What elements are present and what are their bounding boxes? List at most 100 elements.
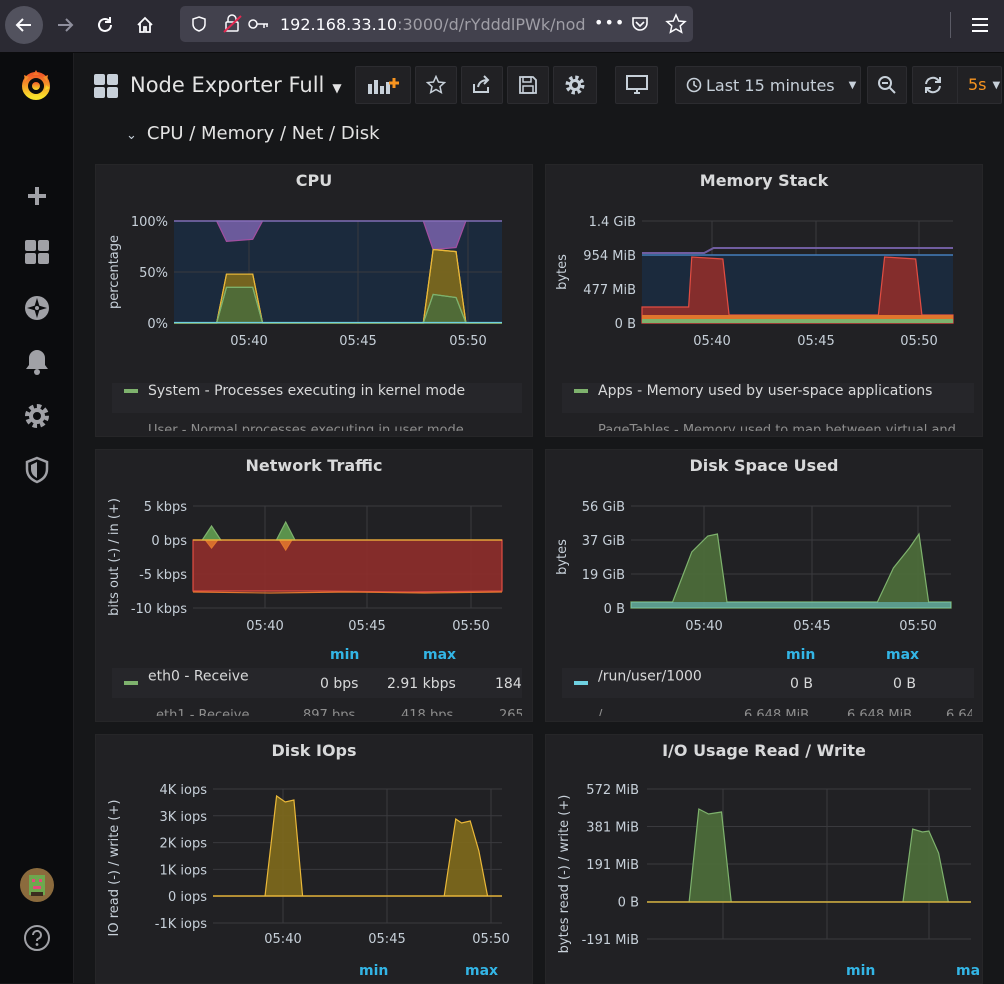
explore-compass-icon[interactable] (20, 291, 54, 325)
cpu-chart[interactable]: 100% 50% 0% 05:40 05:45 05:50 percentage (96, 165, 533, 365)
create-plus-icon[interactable] (20, 179, 54, 213)
dashboards-grid-icon[interactable] (20, 235, 54, 269)
io-usage-panel: I/O Usage Read / Write 572 MiB 381 MiB 191… (545, 734, 983, 984)
configuration-gear-icon[interactable] (20, 399, 54, 433)
series-area-root (630, 532, 952, 609)
x-tick-label: 05:50 (900, 334, 937, 349)
url-bar[interactable]: 192.168.33.10:3000/d/rYdddlPWk/nod ••• (180, 6, 693, 42)
legend-col-min[interactable]: min (846, 963, 875, 979)
zoom-out-button[interactable] (867, 66, 907, 104)
y-tick-label: 56 GiB (582, 500, 625, 515)
legend-col-max[interactable]: max (886, 647, 919, 663)
star-dashboard-button[interactable] (415, 66, 457, 104)
disk-iops-panel: Disk IOps 4K iops 3K iops 2K iops 1K iops 0 … (95, 734, 533, 984)
legend-col-max[interactable]: max (423, 647, 456, 663)
legend-swatch (124, 389, 138, 393)
y-tick-label: 1K iops (159, 863, 207, 878)
time-range-picker[interactable]: Last 15 minutes ▼ (675, 66, 861, 104)
legend-swatch (124, 681, 138, 685)
x-tick-label: 05:45 (339, 334, 376, 349)
server-admin-shield-icon[interactable] (20, 453, 54, 487)
x-tick-label: 05:50 (472, 932, 509, 947)
legend-item[interactable]: Apps - Memory used by user-space applica… (562, 383, 974, 413)
y-tick-label: 37 GiB (582, 534, 625, 549)
chevron-down-icon: ⌄ (126, 128, 137, 143)
memory-stack-chart[interactable]: 1.4 GiB 954 MiB 477 MiB 0 B 05:40 05:45 05:50 b… (546, 165, 983, 365)
arrow-left-icon (15, 18, 31, 32)
series-area-transmit (192, 539, 503, 593)
disk-iops-chart[interactable]: 4K iops 3K iops 2K iops 1K iops 0 iops -1K io… (96, 735, 533, 965)
back-button[interactable] (5, 6, 43, 44)
cpu-panel: CPU 100% 50% 0% 05:40 05:45 05:50 percentage S… (95, 164, 533, 437)
legend-row-cut: / 6.648 MiB 6.648 MiB 6.64 (598, 708, 972, 716)
clock-icon (686, 77, 702, 93)
pocket-icon[interactable] (630, 14, 650, 34)
network-traffic-chart[interactable]: 5 kbps 0 bps -5 kbps -10 kbps 05:40 05:45 05:5… (96, 450, 533, 650)
legend-col-max[interactable]: max (465, 963, 498, 979)
legend-item[interactable]: System - Processes executing in kernel m… (112, 383, 522, 413)
legend-item-cut: User - Normal processes executing in use… (148, 423, 464, 431)
url-text[interactable]: 192.168.33.10:3000/d/rYdddlPWk/nod (280, 15, 585, 34)
share-dashboard-button[interactable] (461, 66, 503, 104)
dashboard-grid-icon (94, 74, 118, 98)
series-area-write (213, 794, 502, 897)
grafana-logo-icon[interactable] (16, 65, 56, 105)
dashboard-title[interactable]: Node Exporter Full ▼ (130, 73, 342, 97)
app-menu-button[interactable] (962, 6, 998, 44)
user-avatar[interactable] (19, 867, 55, 903)
row-title: CPU / Memory / Net / Disk (146, 123, 380, 144)
disk-space-used-panel: Disk Space Used 56 GiB 37 GiB 19 GiB 0 B 05:… (545, 449, 983, 722)
x-tick-label: 05:40 (685, 619, 722, 634)
y-tick-label: 0% (147, 317, 168, 332)
forward-button[interactable] (46, 6, 84, 44)
home-button[interactable] (126, 6, 164, 44)
help-question-icon[interactable] (20, 921, 54, 955)
y-axis-label: bytes (555, 539, 570, 575)
y-tick-label: -10 kbps (131, 602, 187, 617)
bookmark-star-icon[interactable] (665, 13, 687, 35)
view-mode-button[interactable] (615, 66, 658, 104)
x-tick-label: 05:45 (797, 334, 834, 349)
refresh-icon (925, 76, 941, 94)
save-dashboard-button[interactable] (507, 66, 549, 104)
zoom-out-icon (878, 76, 896, 94)
legend-row[interactable]: eth0 - Receive 0 bps 2.91 kbps 184 (112, 668, 522, 698)
y-tick-label: 100% (131, 215, 168, 230)
y-axis-label: percentage (107, 235, 122, 309)
x-tick-label: 05:40 (693, 334, 730, 349)
y-axis-label: bits out (-) / in (+) (107, 498, 122, 616)
legend-row[interactable]: /run/user/1000 0 B 0 B (562, 668, 974, 698)
legend-col-max[interactable]: ma (956, 963, 980, 979)
y-tick-label: -5 kbps (139, 568, 187, 583)
row-header[interactable]: ⌄ CPU / Memory / Net / Disk (126, 123, 380, 144)
refresh-picker[interactable]: 5s ▼ (912, 66, 1002, 104)
dashboard-settings-button[interactable] (553, 66, 597, 104)
legend-col-min[interactable]: min (786, 647, 815, 663)
disk-space-chart[interactable]: 56 GiB 37 GiB 19 GiB 0 B 05:40 05:45 05:50 byte… (546, 450, 983, 650)
y-axis-label: IO read (-) / write (+) (107, 800, 122, 937)
y-tick-label: 5 kbps (144, 500, 187, 515)
add-panel-button[interactable] (355, 66, 411, 104)
dashboard-area: Node Exporter Full ▼ Last 15 minutes ▼ 5… (74, 53, 1004, 984)
time-range-label: Last 15 minutes (706, 75, 835, 95)
x-tick-label: 05:50 (899, 619, 936, 634)
shield-icon (192, 16, 206, 32)
refresh-interval-label: 5s (957, 67, 987, 103)
toolbar-divider (950, 12, 951, 38)
y-tick-label: 3K iops (159, 810, 207, 825)
save-disk-icon (519, 76, 537, 94)
io-usage-chart[interactable]: 572 MiB 381 MiB 191 MiB 0 B -191 MiB bytes re… (546, 735, 983, 965)
caret-down-icon: ▼ (992, 79, 1001, 91)
y-tick-label: 191 MiB (586, 858, 639, 873)
reload-button[interactable] (86, 6, 124, 44)
y-tick-label: 0 B (604, 602, 625, 617)
x-tick-label: 05:50 (452, 619, 489, 634)
y-tick-label: 572 MiB (586, 783, 639, 798)
page-actions-button[interactable]: ••• (594, 13, 625, 32)
legend-col-min[interactable]: min (330, 647, 359, 663)
alerting-bell-icon[interactable] (20, 345, 54, 379)
legend-col-min[interactable]: min (359, 963, 388, 979)
x-tick-label: 05:40 (230, 334, 267, 349)
legend-row-cut: eth1 - Receive 897 bps 418 bps 265 (156, 708, 522, 716)
x-tick-label: 05:45 (348, 619, 385, 634)
